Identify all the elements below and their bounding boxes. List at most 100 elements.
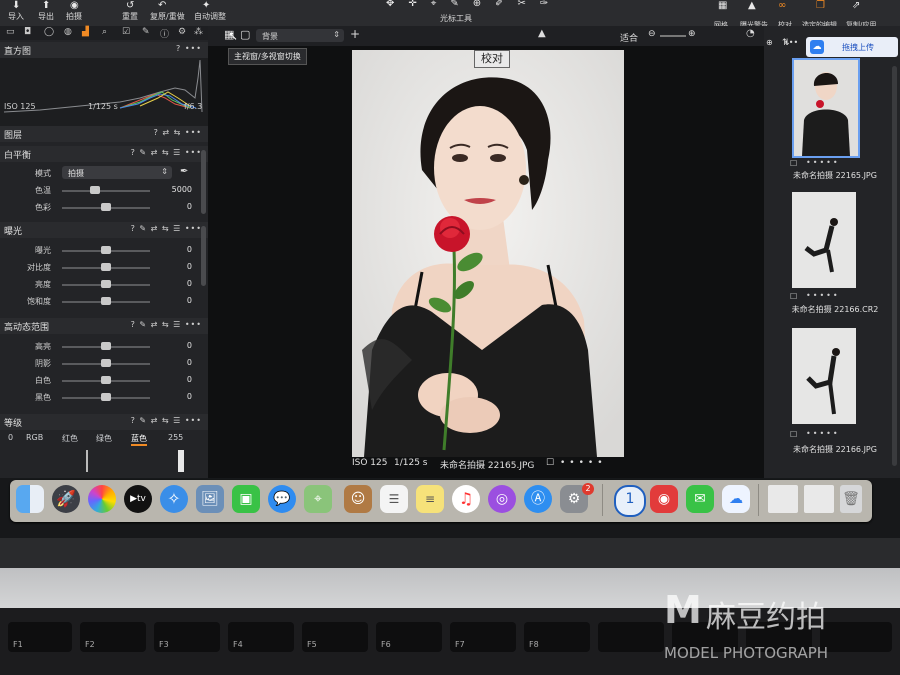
- 1password-icon[interactable]: 1: [614, 485, 646, 517]
- proof-icon[interactable]: ∞: [778, 0, 786, 11]
- highlight-value[interactable]: 0: [187, 341, 192, 350]
- exposure-tab-icon[interactable]: ▟: [82, 27, 89, 37]
- thumbnail-3[interactable]: [792, 328, 856, 424]
- undo-redo-label[interactable]: 复原/重做: [150, 11, 185, 22]
- zoom-slider[interactable]: [660, 35, 686, 37]
- fit-label[interactable]: 适合: [620, 31, 638, 44]
- hdr-tools[interactable]: ? ✎ ⇄ ⇆ ☰ •••: [131, 320, 202, 329]
- shadow-slider[interactable]: [101, 359, 111, 367]
- exposure-slider[interactable]: [101, 246, 111, 254]
- caption-checkbox[interactable]: ☐: [546, 458, 554, 468]
- thumbnail-1-rating[interactable]: •••••: [806, 158, 840, 167]
- thumbnail-3-checkbox[interactable]: ☐: [790, 430, 797, 439]
- lens-icon[interactable]: ◯: [44, 27, 54, 37]
- capture-label[interactable]: 拍摄: [66, 11, 82, 22]
- photos-icon[interactable]: [88, 485, 116, 513]
- thumbnail-3-rating[interactable]: •••••: [806, 429, 840, 438]
- wb-tint-value[interactable]: 0: [187, 202, 192, 211]
- import-label[interactable]: 导入: [8, 11, 24, 22]
- levels-tab-green[interactable]: 绿色: [96, 433, 112, 444]
- undo-icon[interactable]: ↶: [158, 0, 166, 11]
- details-icon[interactable]: ⌕: [102, 27, 107, 37]
- document-thumbnail-icon[interactable]: [768, 485, 798, 513]
- metadata-icon[interactable]: ✎: [142, 27, 150, 37]
- wb-temp-slider[interactable]: [90, 186, 101, 194]
- panel-scrollbar-2[interactable]: [201, 226, 206, 286]
- music-icon[interactable]: ♫: [452, 485, 480, 513]
- reminders-icon[interactable]: ☰: [380, 485, 408, 513]
- grid-icon[interactable]: ▦: [718, 0, 727, 11]
- toggle-icon[interactable]: ◔: [746, 28, 755, 39]
- reset-label[interactable]: 重置: [122, 11, 138, 22]
- document-thumbnail-icon-2[interactable]: [804, 485, 834, 513]
- eyedropper-icon[interactable]: ✒: [180, 166, 188, 177]
- adjust-icon[interactable]: ☑: [122, 27, 130, 37]
- key-f1[interactable]: F1: [8, 622, 72, 652]
- contrast-value[interactable]: 0: [187, 262, 192, 271]
- thumbnail-2-checkbox[interactable]: ☐: [790, 292, 797, 301]
- wb-mode-select[interactable]: 拍摄 ⇕: [62, 166, 172, 179]
- netease-music-icon[interactable]: ◉: [650, 485, 678, 513]
- finder-icon[interactable]: [16, 485, 44, 513]
- settings-icon[interactable]: ⚙: [178, 27, 186, 37]
- import-icon[interactable]: ⬇: [12, 0, 20, 11]
- brightness-value[interactable]: 0: [187, 279, 192, 288]
- thumbnail-1[interactable]: [792, 58, 860, 158]
- key-f9[interactable]: [598, 622, 664, 652]
- wb-temp-track[interactable]: [62, 190, 150, 192]
- levels-high-value[interactable]: 255: [168, 433, 183, 442]
- background-select[interactable]: 背景 ⇕: [256, 29, 344, 42]
- key-f4[interactable]: F4: [228, 622, 294, 652]
- contrast-slider[interactable]: [101, 263, 111, 271]
- maps-icon[interactable]: ⌖: [304, 485, 332, 513]
- key-f8[interactable]: F8: [524, 622, 590, 652]
- levels-tab-blue[interactable]: 蓝色: [131, 433, 147, 446]
- levels-tab-rgb[interactable]: RGB: [26, 433, 43, 442]
- messages-icon[interactable]: 💬: [268, 485, 296, 513]
- wb-temp-value[interactable]: 5000: [172, 185, 192, 194]
- wb-tint-slider[interactable]: [101, 203, 111, 211]
- crosshair-icon[interactable]: +: [350, 27, 360, 41]
- highlight-slider[interactable]: [101, 342, 111, 350]
- exposure-tools[interactable]: ? ✎ ⇄ ⇆ ☰ •••: [131, 224, 202, 233]
- exposure-header[interactable]: 曝光 ? ✎ ⇄ ⇆ ☰ •••: [0, 222, 208, 238]
- caption-rating-dots[interactable]: •••••: [560, 458, 607, 468]
- layers-tools[interactable]: ? ⇄ ⇆ •••: [154, 128, 202, 137]
- brightness-slider[interactable]: [101, 280, 111, 288]
- thumbnail-2[interactable]: [792, 192, 856, 288]
- levels-low-value[interactable]: 0: [8, 433, 13, 442]
- levels-tools[interactable]: ? ✎ ⇄ ⇆ ☰ •••: [131, 416, 202, 425]
- info-icon[interactable]: ⓘ: [160, 27, 169, 40]
- reset-icon[interactable]: ↺: [126, 0, 134, 11]
- zoom-out-icon[interactable]: ⊖: [648, 29, 656, 39]
- trash-icon[interactable]: 🗑: [840, 485, 862, 513]
- white-balance-header[interactable]: 白平衡 ? ✎ ⇄ ⇆ ☰ •••: [0, 146, 208, 162]
- thumbnail-1-checkbox[interactable]: ☐: [790, 159, 797, 168]
- camera-tab-icon[interactable]: ◘: [24, 27, 31, 37]
- thumbnail-2-rating[interactable]: •••••: [806, 291, 840, 300]
- main-photo[interactable]: 校对: [352, 50, 624, 457]
- sort-icon[interactable]: ⇅: [782, 38, 790, 48]
- warning-icon[interactable]: ▲: [538, 28, 546, 39]
- panel-scrollbar[interactable]: [201, 150, 206, 214]
- wechat-icon[interactable]: ✉: [686, 485, 714, 513]
- shadow-value[interactable]: 0: [187, 358, 192, 367]
- preview-icon[interactable]: 🖼: [196, 485, 224, 513]
- upload-button[interactable]: ☁ 拖拽上传: [806, 37, 898, 57]
- key-f2[interactable]: F2: [80, 622, 146, 652]
- notes-icon[interactable]: ≡: [416, 485, 444, 513]
- cursor-tool-icons[interactable]: ✥✛⌖✎⊕✐✂✑: [386, 0, 562, 9]
- browser-scrollbar[interactable]: [892, 66, 897, 466]
- layers-header[interactable]: 图层 ? ⇄ ⇆ •••: [0, 126, 208, 142]
- black-slider[interactable]: [101, 393, 111, 401]
- histogram-tools[interactable]: ? •••: [176, 44, 202, 53]
- exposure-warning-icon[interactable]: ▲: [748, 0, 756, 11]
- hdr-header[interactable]: 高动态范围 ? ✎ ⇄ ⇆ ☰ •••: [0, 318, 208, 334]
- white-value[interactable]: 0: [187, 375, 192, 384]
- copy-apply-icon[interactable]: ⇗: [852, 0, 860, 11]
- podcasts-icon[interactable]: ◎: [488, 485, 516, 513]
- levels-tab-red[interactable]: 红色: [62, 433, 78, 444]
- levels-header[interactable]: 等级 ? ✎ ⇄ ⇆ ☰ •••: [0, 414, 208, 430]
- exposure-value[interactable]: 0: [187, 245, 192, 254]
- app-store-icon[interactable]: Ⓐ: [524, 485, 552, 513]
